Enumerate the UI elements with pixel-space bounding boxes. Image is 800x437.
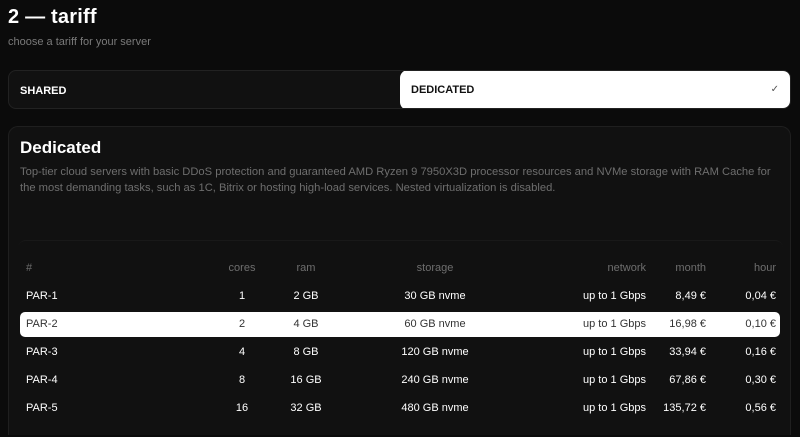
row-month-price: 33,94 € bbox=[669, 346, 706, 358]
tab-shared-label: SHARED bbox=[20, 84, 67, 97]
row-name: PAR-2 bbox=[26, 318, 58, 330]
row-storage: 480 GB nvme bbox=[401, 402, 469, 414]
row-name: PAR-5 bbox=[26, 402, 58, 414]
tab-dedicated-label: DEDICATED bbox=[411, 84, 475, 96]
table-row[interactable]: PAR-5 16 32 GB 480 GB nvme up to 1 Gbps … bbox=[20, 396, 780, 421]
row-ram: 8 GB bbox=[293, 346, 319, 358]
row-storage: 30 GB nvme bbox=[404, 290, 466, 302]
header-month: month bbox=[675, 262, 706, 274]
step-title: 2 — tariff bbox=[8, 6, 97, 28]
header-hour: hour bbox=[753, 262, 776, 274]
row-ram: 2 GB bbox=[293, 290, 319, 302]
row-hour-price: 0,04 € bbox=[745, 290, 776, 302]
header-cores: cores bbox=[228, 262, 256, 274]
row-name: PAR-4 bbox=[26, 374, 58, 386]
tariff-table: # cores ram storage network month hour P… bbox=[18, 240, 783, 437]
row-network: up to 1 Gbps bbox=[583, 346, 646, 358]
row-network: up to 1 Gbps bbox=[583, 318, 646, 330]
row-hour-price: 0,16 € bbox=[745, 346, 776, 358]
tariff-type-tabs: SHARED DEDICATED ✓ bbox=[8, 70, 791, 109]
row-network: up to 1 Gbps bbox=[583, 374, 646, 386]
row-cores: 2 bbox=[238, 318, 246, 330]
table-row-selected[interactable]: PAR-2 2 4 GB 60 GB nvme up to 1 Gbps 16,… bbox=[20, 312, 780, 337]
header-network: network bbox=[607, 262, 646, 274]
table-row[interactable]: PAR-1 1 2 GB 30 GB nvme up to 1 Gbps 8,4… bbox=[20, 284, 780, 309]
row-month-price: 8,49 € bbox=[675, 290, 706, 302]
row-network: up to 1 Gbps bbox=[583, 402, 646, 414]
row-ram: 32 GB bbox=[290, 402, 322, 414]
header-storage: storage bbox=[416, 262, 454, 274]
row-storage: 240 GB nvme bbox=[401, 374, 469, 386]
check-icon: ✓ bbox=[770, 84, 779, 95]
table-row[interactable]: PAR-4 8 16 GB 240 GB nvme up to 1 Gbps 6… bbox=[20, 368, 780, 393]
row-cores: 16 bbox=[235, 402, 249, 414]
row-ram: 4 GB bbox=[293, 318, 319, 330]
row-month-price: 67,86 € bbox=[669, 374, 706, 386]
header-name: # bbox=[26, 262, 33, 274]
header-ram: ram bbox=[296, 262, 316, 274]
row-month-price: 16,98 € bbox=[669, 318, 706, 330]
row-storage: 60 GB nvme bbox=[404, 318, 466, 330]
row-ram: 16 GB bbox=[290, 374, 322, 386]
row-storage: 120 GB nvme bbox=[401, 346, 469, 358]
table-header: # cores ram storage network month hour bbox=[20, 256, 780, 281]
tariff-panel: Dedicated Top-tier cloud servers with ba… bbox=[8, 126, 791, 435]
row-hour-price: 0,30 € bbox=[745, 374, 776, 386]
row-hour-price: 0,10 € bbox=[745, 318, 776, 330]
tab-dedicated[interactable]: DEDICATED ✓ bbox=[400, 71, 790, 108]
row-cores: 1 bbox=[238, 290, 246, 302]
panel-title: Dedicated bbox=[20, 138, 102, 157]
row-hour-price: 0,56 € bbox=[745, 402, 776, 414]
row-cores: 4 bbox=[238, 346, 246, 358]
row-month-price: 135,72 € bbox=[663, 402, 706, 414]
table-row[interactable]: PAR-3 4 8 GB 120 GB nvme up to 1 Gbps 33… bbox=[20, 340, 780, 365]
row-name: PAR-3 bbox=[26, 346, 58, 358]
row-name: PAR-1 bbox=[26, 290, 58, 302]
row-cores: 8 bbox=[238, 374, 246, 386]
tab-shared[interactable]: SHARED bbox=[9, 71, 401, 108]
row-network: up to 1 Gbps bbox=[583, 290, 646, 302]
panel-description: Top-tier cloud servers with basic DDoS p… bbox=[20, 166, 771, 194]
step-subtitle: choose a tariff for your server bbox=[8, 36, 151, 48]
